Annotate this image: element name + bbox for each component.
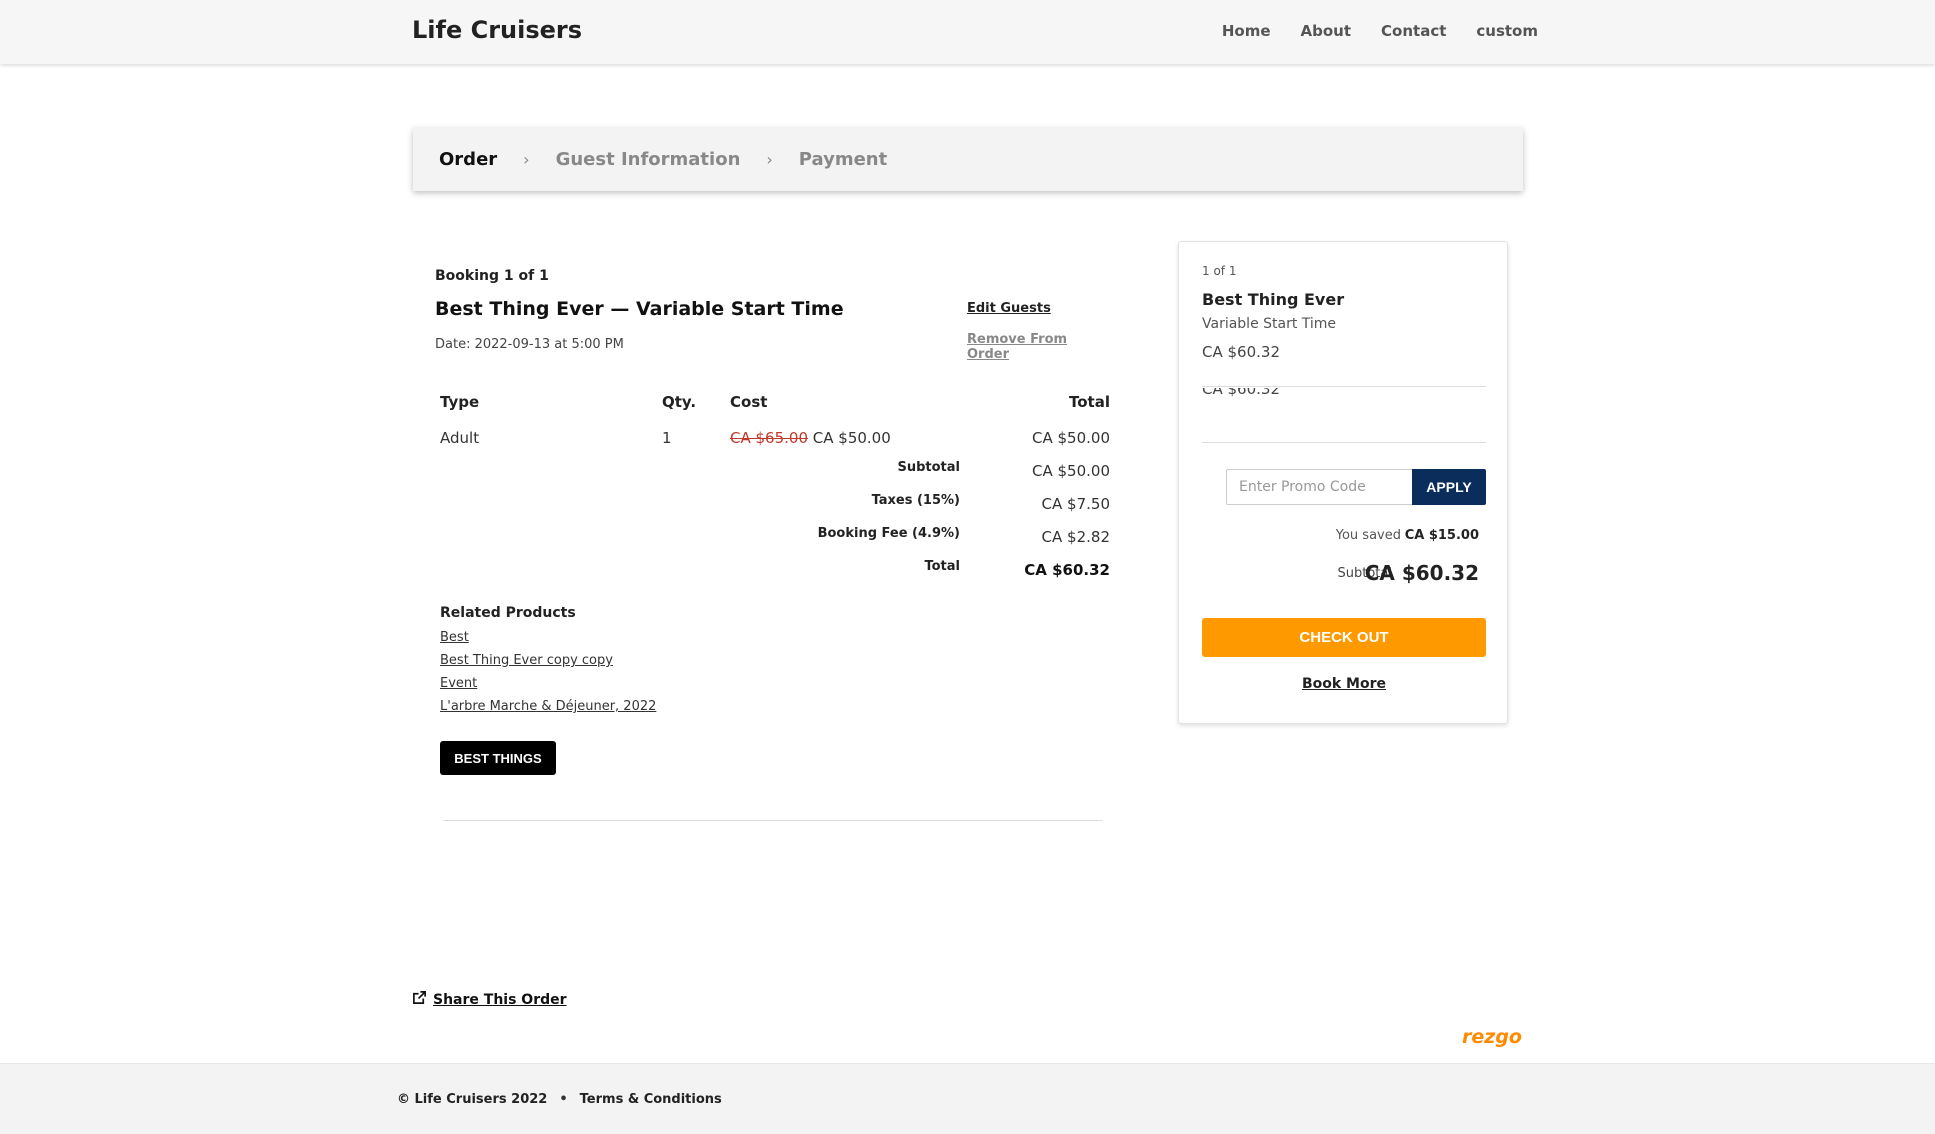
total-label: Total <box>924 559 960 574</box>
col-header-total: Total <box>1069 393 1110 411</box>
row-total: CA $50.00 <box>1032 429 1110 447</box>
checkout-steps: Order › Guest Information › Payment <box>413 128 1523 191</box>
apply-promo-button[interactable]: APPLY <box>1412 469 1486 505</box>
cart-count: 1 of 1 <box>1202 264 1237 278</box>
subtotal-value: CA $50.00 <box>1032 462 1110 480</box>
cart-scroll-area[interactable]: CA $60.32 <box>1202 388 1486 400</box>
book-more-link[interactable]: Book More <box>1179 676 1509 692</box>
taxes-label: Taxes (15%) <box>871 493 960 508</box>
footer-separator: • <box>559 1092 568 1107</box>
booking-fee-label: Booking Fee (4.9%) <box>817 526 960 541</box>
cart-item-subtitle: Variable Start Time <box>1202 316 1337 332</box>
related-products: Related Products Best Best Thing Ever co… <box>440 605 656 722</box>
step-order[interactable]: Order <box>439 149 497 170</box>
external-link-icon <box>412 990 427 1009</box>
related-product-link[interactable]: L'arbre Marche & Déjeuner, 2022 <box>440 699 656 714</box>
main-nav: Home About Contact custom <box>1222 22 1538 40</box>
total-value: CA $60.32 <box>1024 561 1110 579</box>
terms-link[interactable]: Terms & Conditions <box>580 1092 722 1107</box>
row-cost: CA $65.00 CA $50.00 <box>730 429 891 447</box>
brand-name[interactable]: Life Cruisers <box>412 16 582 44</box>
edit-guests-link[interactable]: Edit Guests <box>967 301 1051 316</box>
col-header-type: Type <box>440 393 480 411</box>
cart-clipped-price: CA $60.32 <box>1202 388 1280 398</box>
booking-title: Best Thing Ever — Variable Start Time <box>435 298 844 320</box>
related-products-title: Related Products <box>440 605 576 621</box>
col-header-cost: Cost <box>730 393 768 411</box>
booking-count: Booking 1 of 1 <box>435 268 549 284</box>
divider <box>443 820 1103 821</box>
related-product-link[interactable]: Event <box>440 676 656 691</box>
chevron-right-icon: › <box>766 150 773 169</box>
best-things-button[interactable]: BEST THINGS <box>440 741 556 775</box>
site-footer: © Life Cruisers 2022 • Terms & Condition… <box>0 1063 1935 1134</box>
step-guest-information[interactable]: Guest Information <box>556 149 741 170</box>
share-order-link[interactable]: Share This Order <box>412 990 567 1009</box>
booking-fee-value: CA $2.82 <box>1041 528 1110 546</box>
divider <box>1202 386 1486 387</box>
share-order-label: Share This Order <box>433 991 567 1008</box>
subtotal-label: Subtotal <box>897 460 960 475</box>
remove-from-order-link[interactable]: Remove From Order <box>967 332 1110 362</box>
rezgo-logo[interactable]: rezgo <box>1462 1026 1522 1048</box>
chevron-right-icon: › <box>523 150 530 169</box>
saved-label: You saved <box>1335 528 1401 543</box>
cart-subtotal-value: CA $60.32 <box>1364 561 1479 585</box>
cart-item-price: CA $60.32 <box>1202 343 1280 361</box>
cart-summary: 1 of 1 Best Thing Ever Variable Start Ti… <box>1178 241 1508 724</box>
taxes-value: CA $7.50 <box>1041 495 1110 513</box>
checkout-button[interactable]: CHECK OUT <box>1202 618 1486 657</box>
nav-contact[interactable]: Contact <box>1381 22 1446 40</box>
nav-home[interactable]: Home <box>1222 22 1271 40</box>
nav-custom[interactable]: custom <box>1476 22 1538 40</box>
promo-code-input[interactable] <box>1226 469 1412 505</box>
copyright-text: © Life Cruisers 2022 <box>397 1092 548 1107</box>
discounted-price: CA $50.00 <box>812 429 891 447</box>
original-price: CA $65.00 <box>730 429 808 447</box>
nav-about[interactable]: About <box>1301 22 1352 40</box>
row-type: Adult <box>440 429 480 447</box>
step-payment[interactable]: Payment <box>799 149 887 170</box>
divider <box>1202 442 1486 443</box>
related-product-link[interactable]: Best <box>440 630 656 645</box>
site-header: Life Cruisers Home About Contact custom <box>0 0 1935 64</box>
col-header-qty: Qty. <box>662 393 697 411</box>
cart-item-title: Best Thing Ever <box>1202 290 1345 309</box>
row-qty: 1 <box>662 429 672 447</box>
saved-value: CA $15.00 <box>1404 528 1479 543</box>
booking-date: Date: 2022-09-13 at 5:00 PM <box>435 337 624 352</box>
related-product-link[interactable]: Best Thing Ever copy copy <box>440 653 656 668</box>
